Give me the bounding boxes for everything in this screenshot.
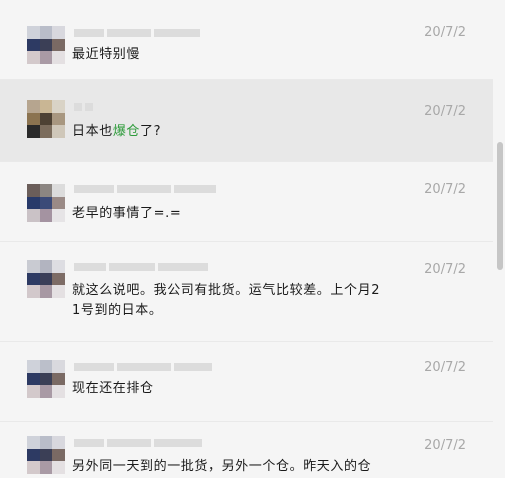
avatar[interactable] <box>27 436 65 474</box>
chat-message-selected[interactable]: 20/7/2 日本也爆仓了? <box>0 80 493 162</box>
chat-message[interactable]: 20/7/2 老早的事情了=.= <box>0 162 493 242</box>
message-text: 另外同一天到的一批货，另外一个仓。昨天入的仓 <box>72 459 372 474</box>
message-text-part: 日本也 <box>72 124 113 139</box>
message-text: 老早的事情了=.= <box>72 206 182 221</box>
scrollbar-thumb[interactable] <box>497 142 503 270</box>
sender-name-blurred <box>74 28 200 38</box>
message-date: 20/7/2 <box>424 438 466 453</box>
avatar[interactable] <box>27 100 65 138</box>
avatar[interactable] <box>27 260 65 298</box>
sender-name-blurred <box>74 438 202 448</box>
chat-message[interactable]: 20/7/2 现在还在排仓 <box>0 342 493 422</box>
message-date: 20/7/2 <box>424 25 466 40</box>
message-text: 日本也爆仓了? <box>72 123 412 141</box>
sender-name-blurred <box>74 362 212 372</box>
chat-message[interactable]: 20/7/2 就这么说吧。我公司有批货。运气比较差。上个月2 1号到的日本。 <box>0 242 493 342</box>
message-date: 20/7/2 <box>424 104 466 119</box>
message-date: 20/7/2 <box>424 262 466 277</box>
sender-name-blurred <box>74 262 208 272</box>
sender-name-blurred <box>74 102 93 112</box>
message-text: 现在还在排仓 <box>72 381 154 396</box>
highlighted-keyword: 爆仓 <box>112 124 141 139</box>
chat-history-list[interactable]: 20/7/2 最近特别慢 20/7/2 日本也爆仓了? 20/7/2 老早的事情… <box>0 0 505 478</box>
message-text-line: 1号到的日本。 <box>72 303 163 318</box>
avatar[interactable] <box>27 360 65 398</box>
sender-name-blurred <box>74 184 216 194</box>
chat-message[interactable]: 20/7/2 另外同一天到的一批货，另外一个仓。昨天入的仓 <box>0 422 493 478</box>
message-text-part: 了? <box>140 124 162 139</box>
message-date: 20/7/2 <box>424 360 466 375</box>
message-text-line: 就这么说吧。我公司有批货。运气比较差。上个月2 <box>72 283 381 298</box>
scrollbar[interactable] <box>495 0 505 478</box>
avatar[interactable] <box>27 26 65 64</box>
message-text: 最近特别慢 <box>72 47 141 62</box>
chat-message[interactable]: 20/7/2 最近特别慢 <box>0 0 493 80</box>
message-date: 20/7/2 <box>424 182 466 197</box>
avatar[interactable] <box>27 184 65 222</box>
